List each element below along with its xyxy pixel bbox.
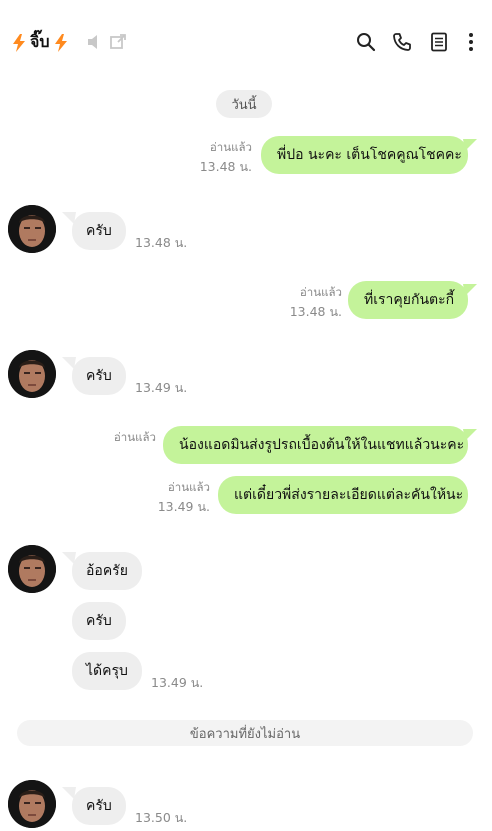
chat-title-group[interactable]: จิ๊บ xyxy=(12,30,68,55)
avatar[interactable] xyxy=(8,780,56,828)
incoming-message[interactable]: ครับ xyxy=(72,787,126,825)
outgoing-message[interactable]: ที่เราคุยกันตะกี้ xyxy=(348,281,468,319)
date-separator: วันนี้ xyxy=(216,90,272,118)
outgoing-message[interactable]: พี่ปอ นะคะ เต็นโชคคูณโชคคะ xyxy=(261,136,468,174)
message-time: 13.48 น. xyxy=(289,304,342,319)
avatar[interactable] xyxy=(8,545,56,593)
read-receipt: อ่านแล้ว xyxy=(299,285,342,299)
read-receipt: อ่านแล้ว xyxy=(167,480,210,494)
outgoing-message[interactable]: น้องแอดมินส่งรูปรถเบื้องต้นให้ในแชทแล้วน… xyxy=(163,426,468,464)
search-icon[interactable] xyxy=(355,31,377,53)
unread-separator: ข้อความที่ยังไม่อ่าน xyxy=(17,720,473,746)
read-receipt: อ่านแล้ว xyxy=(113,430,156,444)
bubble-tail xyxy=(463,139,477,151)
bubble-tail xyxy=(463,284,477,296)
incoming-message[interactable]: ครับ xyxy=(72,357,126,395)
incoming-message[interactable]: ครับ xyxy=(72,602,126,640)
message-time: 13.49 น. xyxy=(151,675,204,690)
chat-header: จิ๊บ xyxy=(0,0,492,84)
bubble-tail xyxy=(463,429,477,441)
read-receipt: อ่านแล้ว xyxy=(209,140,252,154)
message-time: 13.50 น. xyxy=(135,810,188,825)
chat-title: จิ๊บ xyxy=(30,32,50,51)
incoming-message[interactable]: ครับ xyxy=(72,212,126,250)
more-icon[interactable] xyxy=(460,31,482,53)
speaker-muted-icon[interactable] xyxy=(84,31,106,53)
notes-icon[interactable] xyxy=(428,31,450,53)
avatar[interactable] xyxy=(8,205,56,253)
avatar[interactable] xyxy=(8,350,56,398)
bolt-icon xyxy=(54,33,67,52)
outgoing-message[interactable]: แต่เดี๋ยวพี่ส่งรายละเอียดแต่ละคันให้นะ xyxy=(218,476,468,514)
message-time: 13.48 น. xyxy=(135,235,188,250)
phone-icon[interactable] xyxy=(391,31,413,53)
bolt-icon xyxy=(13,33,25,52)
incoming-message[interactable]: ได้ครุบ xyxy=(72,652,142,690)
message-time: 13.49 น. xyxy=(135,380,188,395)
external-link-icon[interactable] xyxy=(107,31,129,53)
message-time: 13.48 น. xyxy=(199,159,252,174)
message-time: 13.49 น. xyxy=(157,499,210,514)
incoming-message[interactable]: อ้อครัย xyxy=(72,552,142,590)
